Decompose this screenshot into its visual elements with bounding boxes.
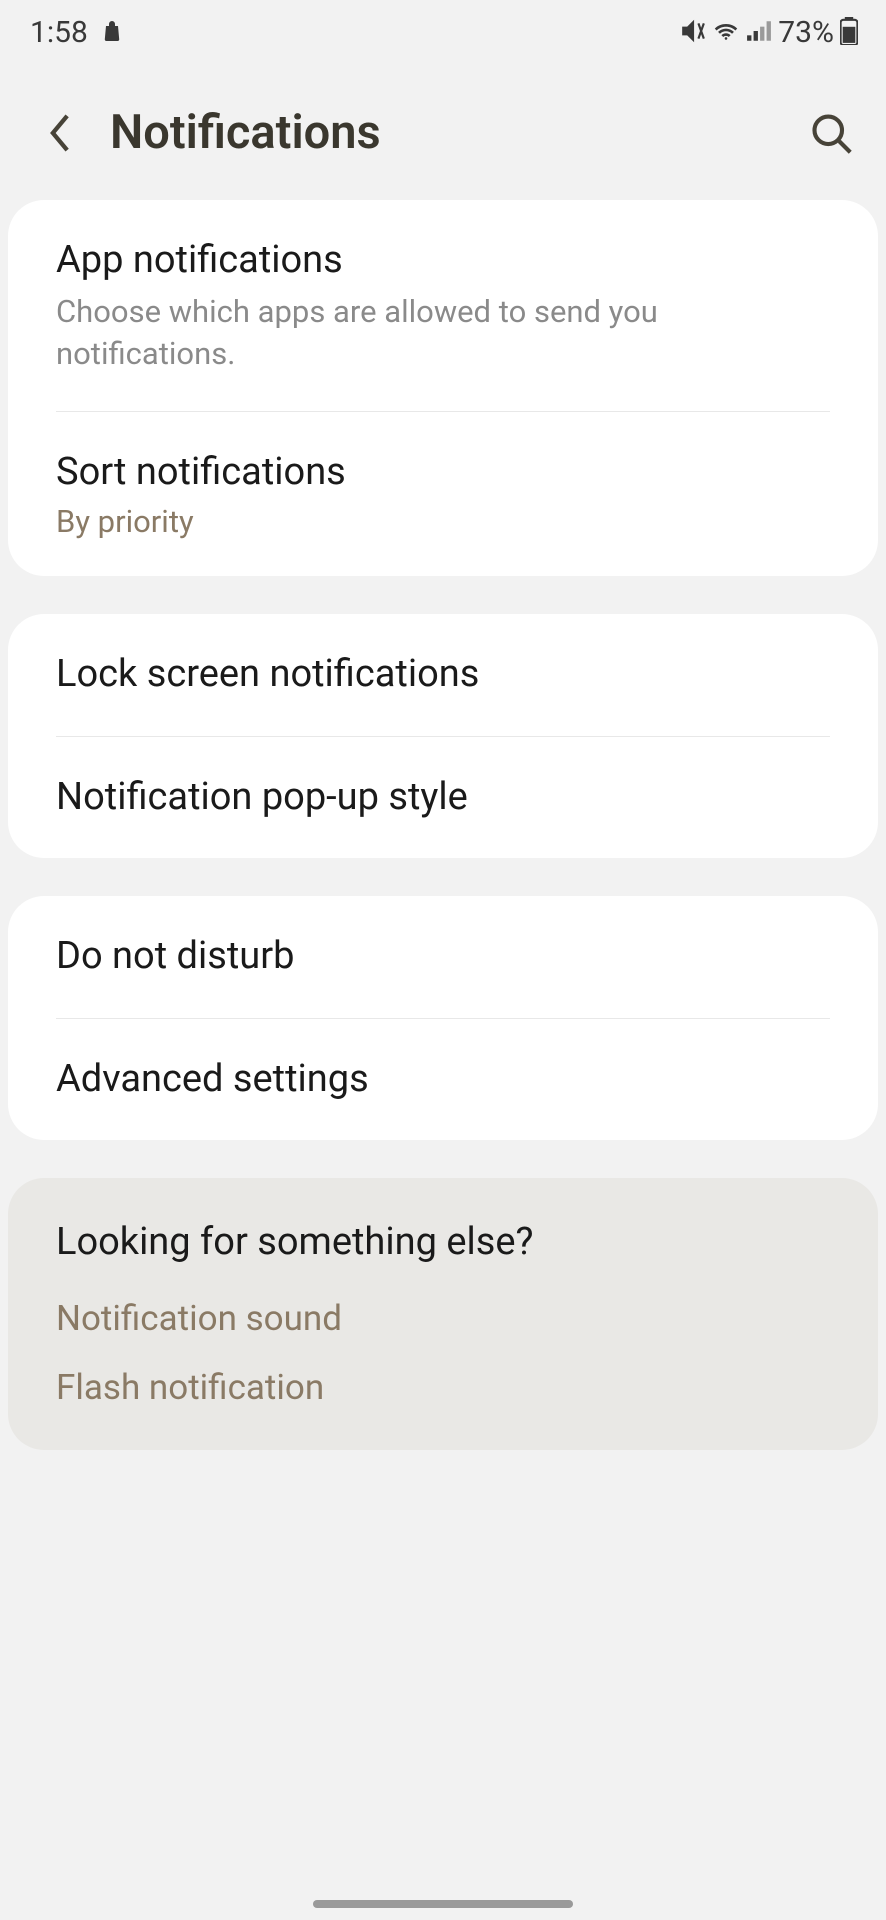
row-subtitle: By priority (56, 503, 830, 540)
settings-group-2: Lock screen notifications Notification p… (8, 614, 878, 858)
row-title: App notifications (56, 236, 830, 285)
row-title: Notification pop-up style (56, 773, 830, 822)
flash-notification-link[interactable]: Flash notification (8, 1353, 878, 1450)
app-notifications-row[interactable]: App notifications Choose which apps are … (56, 200, 830, 412)
do-not-disturb-row[interactable]: Do not disturb (56, 896, 830, 1018)
advanced-settings-row[interactable]: Advanced settings (56, 1019, 830, 1140)
bag-icon (100, 19, 124, 47)
suggestions-header: Looking for something else? (8, 1178, 878, 1284)
vibrate-mute-icon (680, 18, 706, 48)
status-left: 1:58 (30, 15, 124, 50)
battery-percentage: 73% (778, 15, 834, 50)
home-indicator[interactable] (313, 1900, 573, 1908)
back-button[interactable] (40, 113, 80, 153)
wifi-icon (712, 20, 740, 46)
signal-icon (746, 20, 772, 46)
status-bar: 1:58 73% (0, 0, 886, 65)
battery-icon (840, 17, 858, 49)
chevron-left-icon (48, 113, 72, 153)
settings-group-1: App notifications Choose which apps are … (8, 200, 878, 576)
lock-screen-notifications-row[interactable]: Lock screen notifications (56, 614, 830, 736)
row-title: Lock screen notifications (56, 650, 830, 699)
settings-group-3: Do not disturb Advanced settings (8, 896, 878, 1140)
search-button[interactable] (806, 108, 856, 158)
header: Notifications (0, 65, 886, 200)
status-time: 1:58 (30, 15, 88, 50)
status-right: 73% (680, 15, 858, 50)
row-title: Sort notifications (56, 448, 830, 497)
sort-notifications-row[interactable]: Sort notifications By priority (56, 412, 830, 576)
row-title: Do not disturb (56, 932, 830, 981)
row-title: Advanced settings (56, 1055, 830, 1104)
notification-sound-link[interactable]: Notification sound (8, 1284, 878, 1353)
notification-popup-style-row[interactable]: Notification pop-up style (56, 737, 830, 858)
page-title: Notifications (110, 105, 776, 160)
row-subtitle: Choose which apps are allowed to send yo… (56, 291, 830, 375)
suggestions-card: Looking for something else? Notification… (8, 1178, 878, 1450)
search-icon (809, 111, 853, 155)
